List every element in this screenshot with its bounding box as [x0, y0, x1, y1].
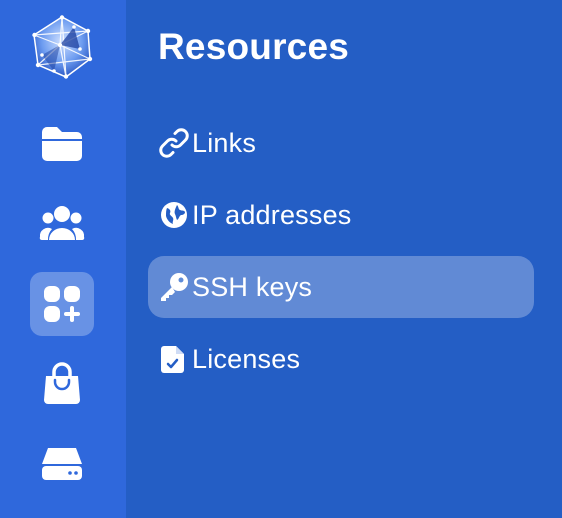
rail-shop-button[interactable]: [30, 352, 94, 416]
nav-item-label: IP addresses: [192, 199, 352, 230]
nav-item-links[interactable]: Links: [148, 112, 534, 174]
resources-panel: Resources Links IP addresses SSH keys Li…: [126, 0, 562, 518]
globe-icon: [158, 199, 190, 231]
license-document-icon: [158, 343, 190, 375]
server-icon: [42, 448, 82, 480]
rail-folder-button[interactable]: [30, 112, 94, 176]
rail-apps-button[interactable]: [30, 272, 94, 336]
key-icon: [158, 271, 190, 303]
nav-item-licenses[interactable]: Licenses: [148, 328, 534, 390]
apps-add-icon: [44, 286, 80, 322]
team-icon: [39, 206, 85, 241]
folder-icon: [42, 127, 82, 161]
app-window: Resources Links IP addresses SSH keys Li…: [0, 0, 562, 518]
link-icon: [158, 127, 190, 159]
shopping-bag-icon: [44, 362, 80, 404]
nav-item-label: SSH keys: [192, 271, 313, 302]
rail-team-button[interactable]: [30, 192, 94, 256]
nav-item-ssh-keys[interactable]: SSH keys: [148, 256, 534, 318]
logo-icon: [32, 15, 93, 79]
nav-item-label: Licenses: [192, 343, 301, 374]
nav-item-label: Links: [192, 127, 257, 158]
nav-item-ip-addresses[interactable]: IP addresses: [148, 184, 534, 246]
panel-title: Resources: [158, 26, 350, 67]
logo[interactable]: [30, 15, 94, 79]
icon-rail: [0, 0, 126, 518]
rail-server-button[interactable]: [30, 432, 94, 496]
